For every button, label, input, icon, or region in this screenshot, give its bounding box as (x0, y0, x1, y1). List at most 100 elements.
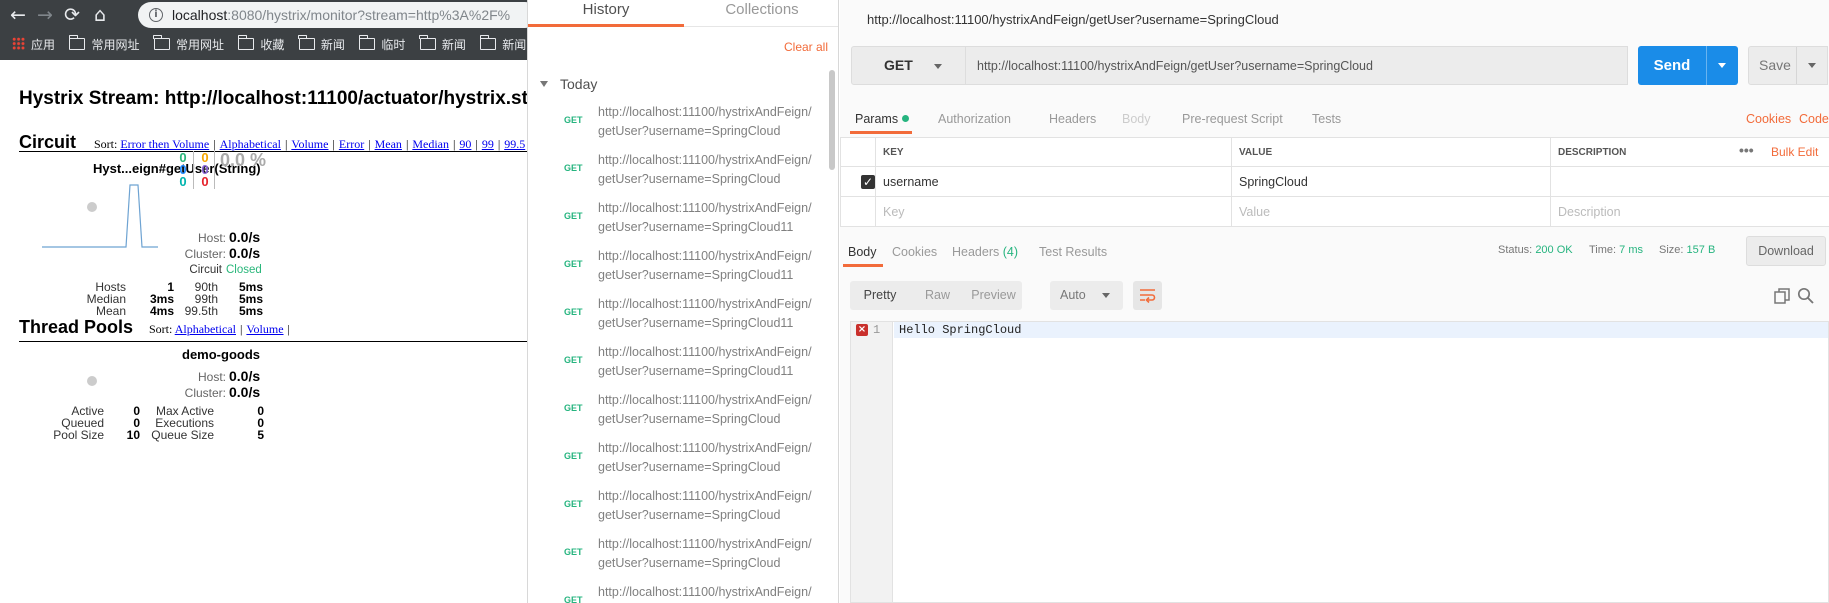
tab-response-cookies[interactable]: Cookies (892, 245, 937, 259)
folder-icon (68, 35, 86, 50)
history-item[interactable]: GET http://localhost:11100/hystrixAndFeig… (528, 103, 828, 151)
history-scrollbar[interactable] (829, 70, 835, 170)
bookmark-folder[interactable]: 常用网址 (153, 32, 224, 58)
tab-test-results[interactable]: Test Results (1039, 245, 1107, 259)
tp-sort-alphabetical-link[interactable]: Alphabetical (175, 322, 236, 336)
bookmark-folder[interactable]: 常用网址 (68, 32, 139, 58)
bookmark-folder[interactable]: 收藏 (237, 32, 284, 58)
failure-count: 0 (201, 174, 209, 189)
history-item-url: http://localhost:11100/hystrixAndFeign/g… (598, 441, 812, 474)
history-item[interactable]: GET http://localhost:11100/hystrixAndFeig… (528, 295, 828, 343)
history-item[interactable]: GET http://localhost:11100/hystrixAndFeig… (528, 439, 828, 487)
history-item[interactable]: GET http://localhost:11100/hystrixAndFeig… (528, 535, 828, 583)
new-key-field[interactable]: Key (876, 197, 1232, 227)
tab-response-headers[interactable]: Headers (4) (952, 245, 1018, 259)
bulk-edit-link[interactable]: Bulk Edit (1771, 145, 1818, 159)
format-raw-button[interactable]: Raw (910, 281, 965, 310)
bookmark-folder[interactable]: 新闻 (298, 32, 345, 58)
more-options-icon[interactable]: ••• (1739, 137, 1754, 163)
cookies-link[interactable]: Cookies (1746, 112, 1791, 126)
response-body-editor[interactable]: × 1 Hello SpringCloud (850, 321, 1829, 603)
history-item[interactable]: GET http://localhost:11100/hystrixAndFeig… (528, 343, 828, 391)
param-key[interactable]: username (876, 167, 1232, 197)
address-bar[interactable]: i localhost:8080/hystrix/monitor?stream=… (138, 2, 530, 28)
tab-tests[interactable]: Tests (1312, 112, 1341, 126)
params-active-dot (902, 115, 910, 122)
sort-alphabetical-link[interactable]: Alphabetical (220, 137, 281, 151)
bookmark-folder[interactable]: 新闻 (479, 32, 527, 58)
sort-error-link[interactable]: Error (339, 137, 364, 151)
history-group-today[interactable]: Today (540, 76, 597, 92)
history-item[interactable]: GET http://localhost:11100/hystrixAndFeig… (528, 247, 828, 295)
folder-icon (419, 35, 436, 50)
history-item[interactable]: GET http://localhost:11100/hystrixAndFeig… (528, 391, 828, 439)
column-header-key: KEY (876, 137, 1232, 167)
row-checkbox-cell (840, 197, 876, 227)
new-value-field[interactable]: Value (1232, 197, 1551, 227)
reload-icon[interactable]: ⟳ (60, 3, 84, 27)
history-item-url: http://localhost:11100/hystrixAndFeign/g… (598, 201, 812, 234)
tab-authorization[interactable]: Authorization (938, 112, 1011, 126)
forward-icon[interactable]: → (33, 3, 57, 27)
url-input[interactable] (966, 46, 1628, 85)
format-type-select[interactable]: Auto (1050, 281, 1123, 310)
tab-pre-request-script[interactable]: Pre-request Script (1182, 112, 1283, 126)
format-pretty-button[interactable]: Pretty (850, 281, 910, 310)
stat-mean-value: 4ms (149, 304, 174, 318)
sort-90-link[interactable]: 90 (459, 137, 471, 151)
method-select[interactable]: GET (851, 46, 966, 85)
param-description[interactable] (1551, 167, 1829, 197)
size-value: 157 B (1686, 244, 1716, 256)
search-icon[interactable] (1797, 287, 1814, 304)
sort-99-5-link[interactable]: 99.5 (504, 137, 525, 151)
history-item[interactable]: GET http://localhost:11100/hystrixAndFeig… (528, 487, 828, 535)
new-description-field[interactable]: Description (1551, 197, 1829, 227)
button-divider (1706, 46, 1707, 85)
send-button[interactable]: Send (1638, 46, 1738, 85)
tp-queue-size-label: Queue Size (151, 428, 214, 442)
sort-volume-link[interactable]: Volume (291, 137, 328, 151)
download-button[interactable]: Download (1746, 236, 1826, 266)
browser-toolbar: ← → ⟳ ⌂ i localhost:8080/hystrix/monitor… (0, 0, 530, 60)
sort-error-volume-link[interactable]: Error then Volume (120, 137, 209, 151)
send-options-chevron-icon[interactable] (1718, 63, 1726, 68)
param-enabled-checkbox[interactable]: ✓ (861, 175, 875, 189)
circuit-sort-bar: Sort: Error then Volume | Alphabetical | Vol… (94, 137, 526, 151)
table-header-cell (840, 137, 876, 167)
sort-median-link[interactable]: Median (412, 137, 449, 151)
tab-params[interactable]: Params (855, 112, 910, 126)
sort-99-link[interactable]: 99 (482, 137, 494, 151)
format-preview-button[interactable]: Preview (965, 281, 1022, 310)
back-icon[interactable]: ← (6, 3, 30, 27)
bookmark-apps[interactable]: 应用 (12, 32, 55, 58)
home-icon[interactable]: ⌂ (88, 3, 112, 27)
copy-icon[interactable] (1774, 288, 1790, 304)
tp-sort-volume-link[interactable]: Volume (246, 322, 283, 336)
tab-collections[interactable]: Collections (684, 0, 838, 27)
tab-body[interactable]: Body (1122, 112, 1151, 126)
size-label: Size: (1659, 244, 1684, 256)
site-info-icon[interactable]: i (149, 8, 163, 22)
screen: ← → ⟳ ⌂ i localhost:8080/hystrix/monitor… (0, 0, 1829, 603)
code-link[interactable]: Code (1799, 112, 1829, 126)
bookmark-folder[interactable]: 临时 (358, 32, 405, 58)
bookmark-folder[interactable]: 新闻 (419, 32, 466, 58)
clear-all-link[interactable]: Clear all (784, 40, 828, 54)
param-value[interactable]: SpringCloud (1232, 167, 1551, 197)
tab-headers[interactable]: Headers (1049, 112, 1096, 126)
error-percentage: 0.0 % (220, 150, 267, 170)
method-badge: GET (564, 499, 583, 509)
tab-response-body[interactable]: Body (848, 245, 877, 259)
history-item-url: http://localhost:11100/hystrixAndFeign/g… (598, 105, 812, 138)
folder-icon (479, 35, 497, 50)
save-button[interactable]: Save (1748, 46, 1828, 85)
history-item[interactable]: GET http://localhost:11100/hystrixAndFeig… (528, 583, 828, 603)
history-item[interactable]: GET http://localhost:11100/hystrixAndFeig… (528, 151, 828, 199)
tab-history[interactable]: History (528, 0, 684, 27)
sort-mean-link[interactable]: Mean (375, 137, 402, 151)
history-item[interactable]: GET http://localhost:11100/hystrixAndFeig… (528, 199, 828, 247)
wrap-lines-button[interactable] (1133, 281, 1162, 310)
bookmark-label: 新闻 (502, 38, 527, 52)
tp-pool-size-label: Pool Size (53, 428, 104, 442)
save-options-chevron-icon[interactable] (1808, 63, 1816, 68)
